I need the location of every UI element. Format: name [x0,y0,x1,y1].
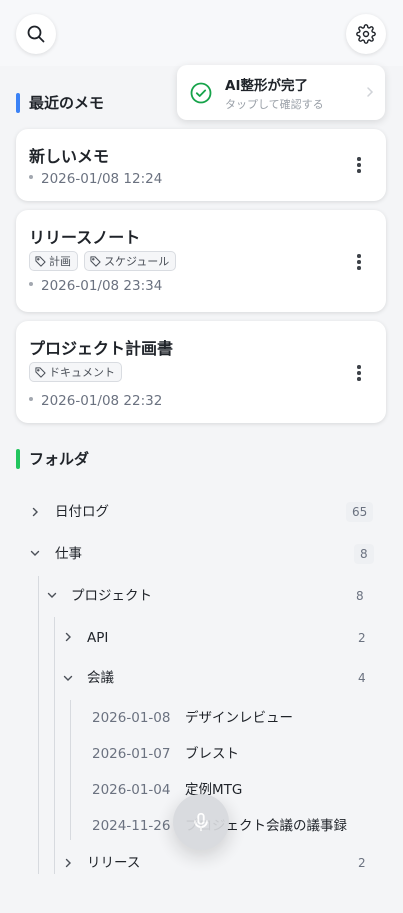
folder-label: 会議 [87,670,114,686]
microphone-icon [194,812,208,832]
settings-button[interactable] [346,14,386,54]
chevron-right-icon [367,87,374,97]
chevron-down-icon [63,675,73,681]
tag-chip[interactable]: ドキュメント [29,362,122,382]
toast-title: AI整形が完了 [225,78,308,94]
chevron-right-icon [65,858,71,868]
memo-date: 2026-01/08 12:24 [29,171,162,187]
note-title: デザインレビュー [185,710,293,726]
folder-count: 65 [346,502,374,522]
folder-count: 4 [358,671,366,685]
tag-icon [35,366,46,378]
tag-icon [35,255,46,267]
toast-subtitle: タップして確認する [225,98,324,111]
memo-title: 新しいメモ [29,147,110,166]
note-date: 2026-01-07 [92,746,171,762]
recent-section-title: 最近のメモ [16,93,104,113]
record-button[interactable] [173,794,229,850]
memo-card[interactable]: リリースノート 計画 スケジュール 2026-01/08 23:34 [16,210,386,312]
note-title: ブレスト [185,746,239,762]
ai-complete-toast[interactable]: AI整形が完了 タップして確認する [177,65,385,120]
tree-guide [38,576,39,874]
chevron-down-icon [30,550,40,556]
memo-title: プロジェクト計画書 [29,339,174,358]
chevron-down-icon [47,592,57,598]
memo-date: 2026-01/08 23:34 [29,278,162,294]
chevron-right-icon [65,632,71,642]
more-vertical-icon[interactable] [357,365,361,381]
folder-label: API [87,630,109,646]
note-date: 2026-01-08 [92,710,171,726]
folder-count: 8 [354,544,374,564]
folder-label: リリース [87,855,141,871]
top-bar [0,0,403,66]
gear-icon [356,24,376,44]
folder-label: 仕事 [55,546,82,562]
note-date: 2026-01-04 [92,782,171,798]
check-circle-icon [190,82,212,104]
tree-guide [70,700,71,840]
folder-count: 2 [358,856,366,870]
tree-guide [54,617,55,874]
note-date: 2024-11-26 [92,818,171,834]
tag-chip[interactable]: スケジュール [84,251,177,271]
memo-title: リリースノート [29,228,141,247]
memo-date: 2026-01/08 22:32 [29,393,162,409]
search-icon [27,25,45,43]
folder-count: 8 [356,589,364,603]
search-button[interactable] [16,14,56,54]
chevron-right-icon [32,507,38,517]
folder-count: 2 [358,631,366,645]
more-vertical-icon[interactable] [357,254,361,270]
folder-section-title: フォルダ [16,449,89,469]
tag-icon [90,255,101,267]
memo-card[interactable]: 新しいメモ 2026-01/08 12:24 [16,129,386,201]
tag-list: 計画 スケジュール [29,251,177,271]
tag-list: ドキュメント [29,362,122,382]
memo-card[interactable]: プロジェクト計画書 ドキュメント 2026-01/08 22:32 [16,321,386,423]
more-vertical-icon[interactable] [357,157,361,173]
folder-label: 日付ログ [55,504,109,520]
tag-chip[interactable]: 計画 [29,251,78,271]
folder-label: プロジェクト [71,588,152,604]
